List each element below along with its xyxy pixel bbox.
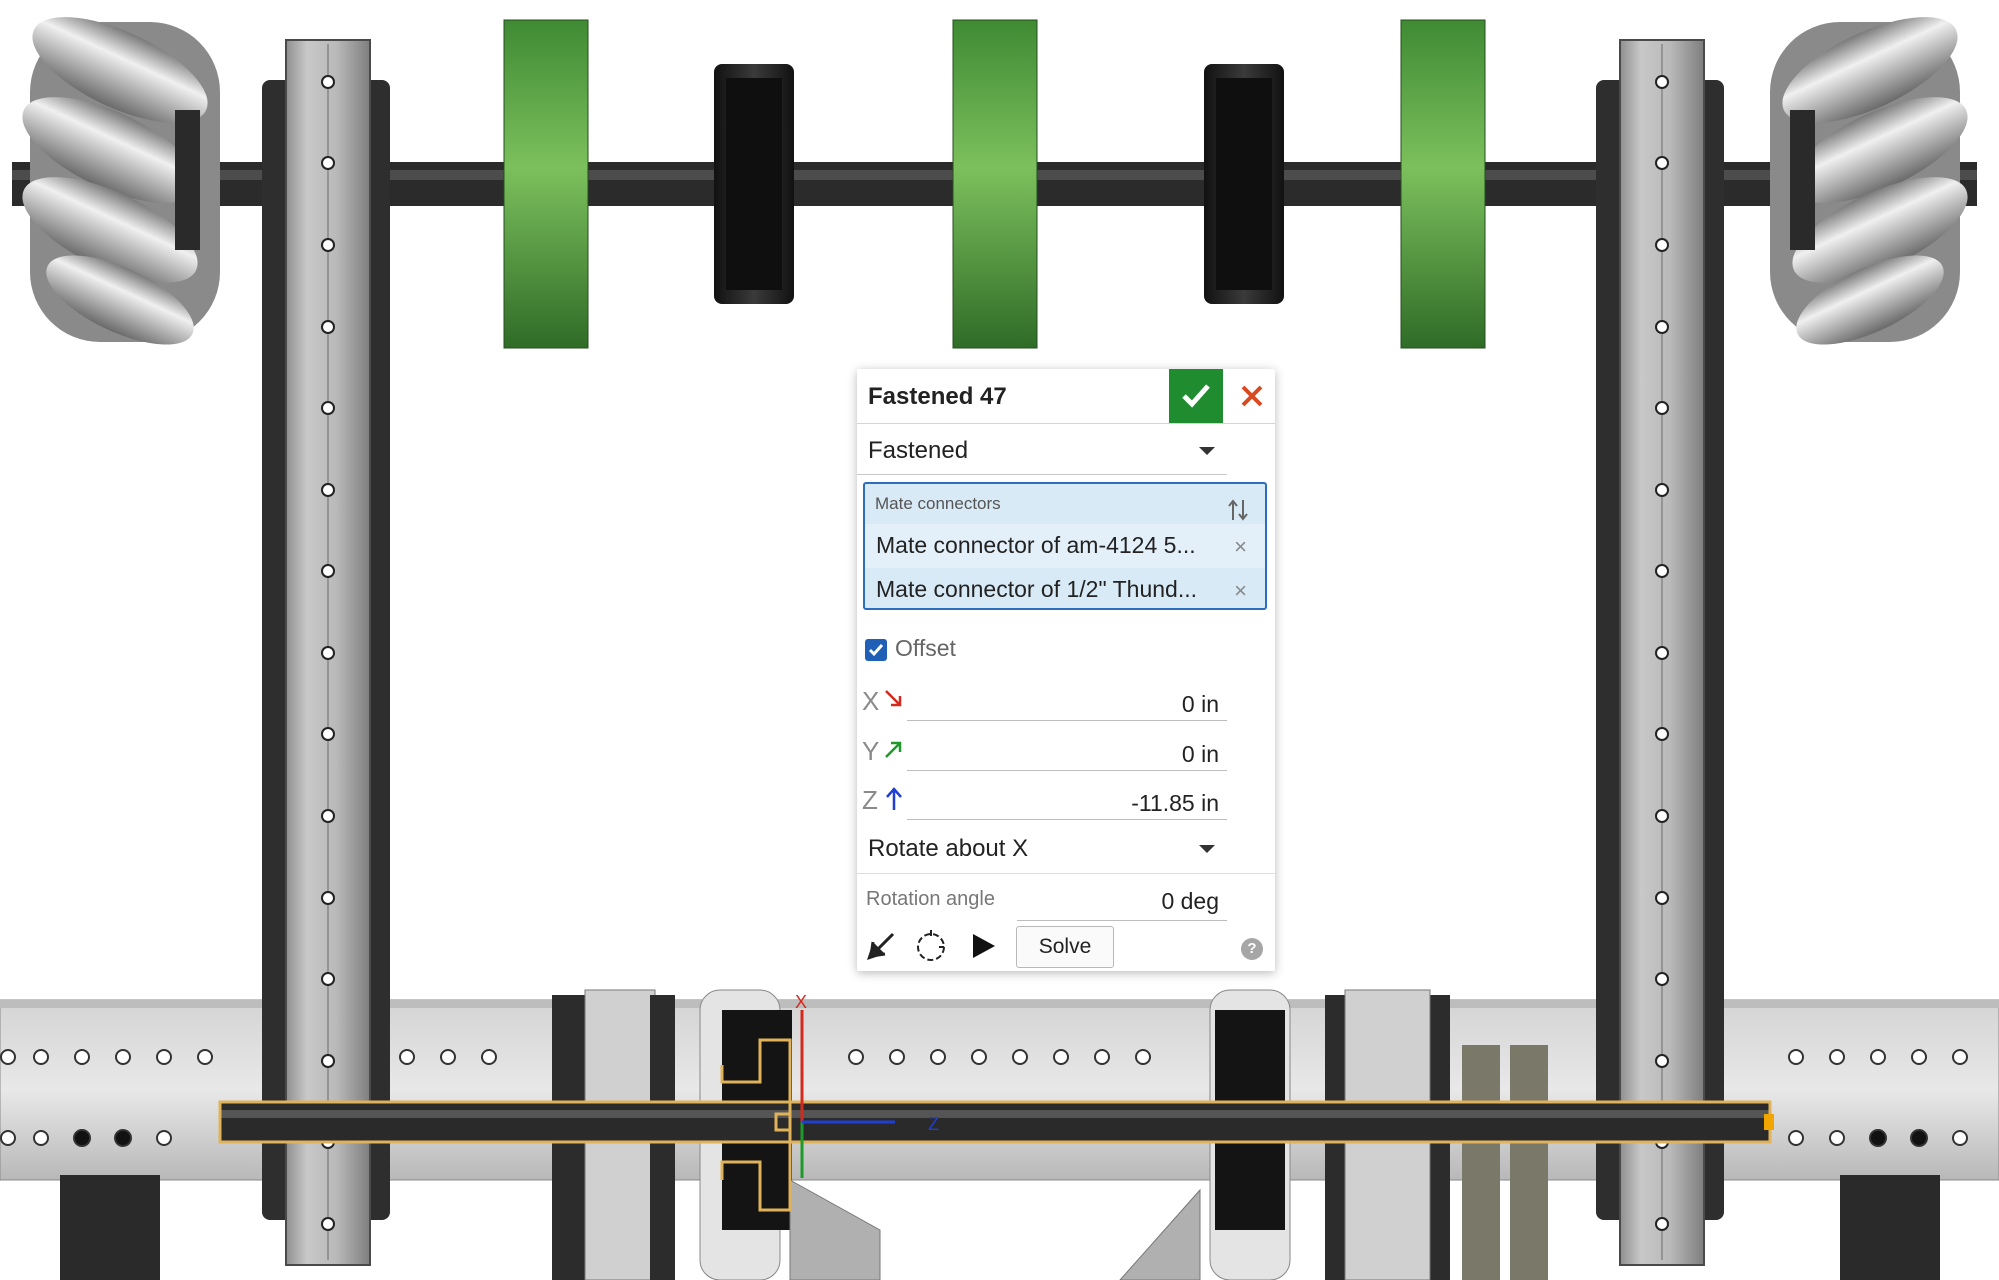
- mecanum-wheel-left[interactable]: [8, 0, 222, 363]
- z-direction-icon: [886, 787, 902, 810]
- rotation-axis-select[interactable]: Rotate about X: [857, 823, 1227, 873]
- pulley[interactable]: [1204, 64, 1284, 304]
- help-glyph: ?: [1247, 940, 1257, 957]
- green-wheel[interactable]: [952, 19, 1038, 349]
- remove-icon[interactable]: ×: [1234, 534, 1247, 560]
- mate-connectors-header: Mate connectors: [875, 494, 1001, 513]
- triad-x-label: X: [795, 992, 807, 1012]
- rotation-angle-label: Rotation angle: [866, 888, 995, 910]
- checkmark-icon: [1182, 384, 1210, 408]
- header-divider: [857, 423, 1275, 424]
- dropdown-caret-icon: [1199, 845, 1215, 853]
- mate-connector-item[interactable]: Mate connector of am-4124 5... ×: [865, 524, 1265, 568]
- mate-connectors-list[interactable]: Mate connectors Mate connector of am-412…: [863, 482, 1267, 610]
- mate-type-value: Fastened: [868, 437, 969, 464]
- solve-button-label: Solve: [1038, 935, 1092, 958]
- checkbox-checked-icon: [868, 644, 884, 657]
- mate-connector-label: Mate connector of 1/2" Thund...: [876, 576, 1197, 602]
- animate-icon[interactable]: [911, 926, 951, 966]
- fastened-mate-dialog: Fastened 47 Fastened Mate connectors Mat…: [857, 369, 1275, 971]
- dropdown-caret-icon: [1199, 447, 1215, 455]
- divider: [857, 873, 1275, 874]
- close-icon: [1241, 385, 1263, 407]
- x-direction-icon: [885, 690, 902, 707]
- pulley[interactable]: [714, 64, 794, 304]
- y-direction-icon: [885, 741, 902, 758]
- z-offset-row: Z -11.85 in: [857, 780, 1227, 824]
- rotation-axis-value: Rotate about X: [868, 835, 1029, 862]
- help-icon[interactable]: ?: [1241, 938, 1263, 960]
- y-offset-value: 0 in: [1181, 741, 1219, 767]
- flip-primary-axis-icon[interactable]: [1227, 498, 1249, 522]
- y-offset-input[interactable]: 0 in: [907, 731, 1227, 771]
- arrow-icon[interactable]: [861, 926, 901, 966]
- y-offset-row: Y 0 in: [857, 731, 1227, 775]
- y-axis-label: Y: [862, 736, 880, 766]
- play-icon[interactable]: [963, 926, 1003, 966]
- x-offset-input[interactable]: 0 in: [907, 681, 1227, 721]
- z-offset-value: -11.85 in: [1131, 790, 1219, 816]
- x-axis-label: X: [862, 686, 880, 716]
- rotation-angle-input[interactable]: 0 deg: [1017, 879, 1227, 921]
- offset-checkbox[interactable]: [865, 639, 887, 661]
- dialog-title: Fastened 47: [868, 383, 1007, 410]
- remove-icon[interactable]: ×: [1234, 578, 1247, 604]
- mate-connector-label: Mate connector of am-4124 5...: [876, 532, 1196, 558]
- solve-button[interactable]: Solve: [1016, 926, 1114, 968]
- gusset[interactable]: [789, 1179, 1201, 1280]
- green-wheel[interactable]: [503, 19, 589, 349]
- accept-button[interactable]: [1169, 369, 1223, 423]
- z-axis-label: Z: [862, 785, 878, 815]
- mate-connector-item[interactable]: Mate connector of 1/2" Thund... ×: [865, 568, 1265, 612]
- x-offset-row: X 0 in: [857, 681, 1227, 725]
- mate-type-select[interactable]: Fastened: [857, 425, 1227, 475]
- cancel-button[interactable]: [1227, 369, 1273, 423]
- offset-label: Offset: [895, 635, 956, 661]
- mecanum-wheel-right[interactable]: [1768, 0, 1982, 363]
- x-offset-value: 0 in: [1181, 691, 1219, 717]
- z-offset-input[interactable]: -11.85 in: [907, 780, 1227, 820]
- rotation-angle-value: 0 deg: [1161, 888, 1219, 914]
- triad-z-label: Z: [928, 1114, 939, 1134]
- green-wheel[interactable]: [1400, 19, 1486, 349]
